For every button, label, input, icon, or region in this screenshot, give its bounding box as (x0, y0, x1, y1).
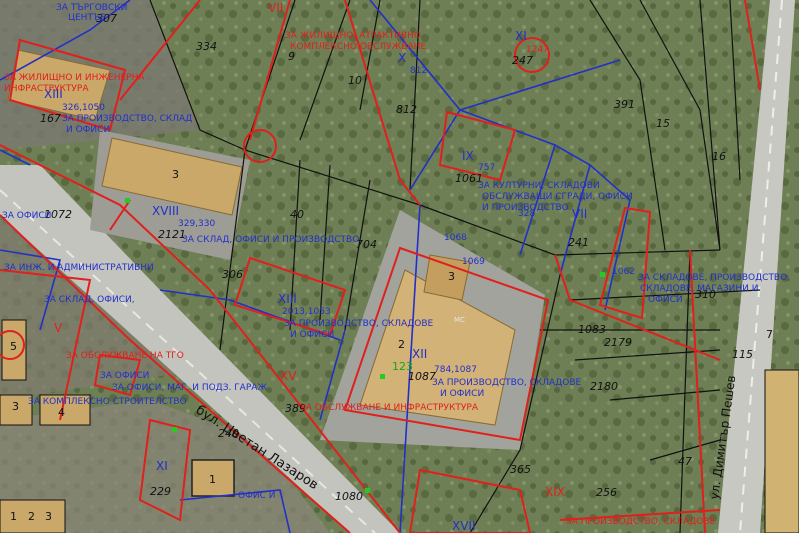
zoning-label-and-offices: И ОФИСИ (66, 125, 110, 135)
zoning-label-residential-attractive: ЗА ЖИЛИЩНО, АТРАКТИВНО (285, 31, 421, 41)
map-canvas: бул. Цветан Лазаров ул. Димитър Пешев VI… (0, 0, 799, 533)
parcel-240: 240 (218, 427, 239, 440)
numeral-vii-top: VII (268, 1, 283, 15)
zoning-label-service-buildings: ОБСЛУЖВАЩИ СГРАДИ, ОФИСИ (482, 192, 633, 202)
parcel-15: 15 (656, 117, 670, 130)
zoning-label-storage-offices-prod: ЗА СКЛАД, ОФИСИ И ПРОИЗВОДСТВО (182, 235, 359, 245)
building-number-3c: 3 (12, 400, 19, 413)
building-number-3b: 3 (448, 270, 455, 283)
numeral-x: X (398, 51, 406, 65)
zoning-label-offices-right: ОФИСИ (648, 295, 683, 305)
parcel-1247: 1247 (526, 45, 549, 55)
zoning-label-warehouses-production: ЗА СКЛАДОВЕ, ПРОИЗВОДСТВО, (638, 273, 790, 283)
zoning-label-and-offices-3: И ОФИСИ (440, 389, 484, 399)
zoning-label-offices-garage: ЗА ОФИСИ, МАГ. И ПОДЗ. ГАРАЖ (112, 383, 267, 393)
zoning-label-complex-service: КОМПЛЕКСНО ОБСЛУЖВАНЕ (290, 42, 426, 52)
zoning-label-center: ЦЕНТЪР (68, 13, 106, 23)
zoning-label-production-warehouses: ЗА ПРОИЗВОДСТВО, СКЛАДОВЕ (284, 319, 434, 329)
cadastral-map[interactable]: бул. Цветан Лазаров ул. Димитър Пешев VI… (0, 0, 799, 533)
parcel-40: 40 (290, 208, 304, 221)
numeral-xi-top: XI (515, 29, 527, 43)
parcel-306: 306 (222, 268, 243, 281)
zoning-label-residential-eng: ЗА ЖИЛИЩНО И ИНЖЕНЕРНА (4, 73, 145, 83)
building-right-edge (764, 369, 799, 533)
zoning-label-and-production: И ПРОИЗВОДСТВО (482, 203, 569, 213)
building-number-7: 7 (766, 328, 773, 341)
numeral-xvii: XVII (452, 519, 476, 533)
zoning-label-office-and: ОФИС И (238, 491, 275, 501)
zoning-label-and-offices-2: И ОФИСИ (290, 330, 334, 340)
zoning-label-warehouses-shops: СКЛАДОВЕ, МАГАЗИНИ И (640, 284, 758, 294)
zoning-label-offices-bottom: ЗА ОФИСИ (100, 371, 149, 381)
building-number-3d: 3 (45, 510, 52, 523)
numeral-ix: IX (462, 149, 474, 163)
zoning-label-trade: ЗА ТЪРГОВСКИ (56, 3, 127, 13)
zoning-label-cultural-storage: ЗА КУЛТУРНИ, СКЛАДОВИ (478, 181, 600, 191)
parcel-2013: 2013,1053 (282, 307, 331, 317)
parcel-391: 391 (614, 98, 635, 111)
parcel-365: 365 (510, 463, 531, 476)
zoning-label-offices-left: ЗА ОФИСИ (2, 211, 51, 221)
parcel-2179: 2179 (604, 336, 632, 349)
parcel-123: 123 (392, 360, 413, 373)
zoning-label-storage-offices: ЗА СКЛАД, ОФИСИ, (44, 295, 135, 305)
zoning-label-service-infrastructure: ЗА ОБСЛУЖВАНЕ И ИНФРАСТРУКТУРА (300, 403, 479, 413)
building-number-3a: 3 (172, 168, 179, 181)
parcel-47: 47 (678, 455, 692, 468)
parcel-115: 115 (732, 348, 753, 361)
parcel-1069: 1069 (462, 257, 485, 267)
parcel-1068: 1068 (444, 233, 467, 243)
zoning-label-eng-admin: ЗА ИНЖ. И АДМИНИСТРАТИВНИ (4, 263, 154, 273)
parcel-784: 784,1087 (434, 365, 477, 375)
numeral-xi-bottom: XI (156, 459, 168, 473)
parcel-1080: 1080 (335, 490, 363, 503)
parcel-256: 256 (596, 486, 617, 499)
zoning-label-infrastructure: ИНФРАСТРУКТУРА (4, 84, 89, 94)
zoning-label-production-warehouses-2: ЗА ПРОИЗВОДСТВО, СКЛАДОВЕ (432, 378, 582, 388)
zoning-label-ms: МС (454, 316, 465, 324)
zoning-label-complex-construction: ЗА КОМПЛЕКСНО СТРОИТЕЛСТВО (28, 397, 187, 407)
parcel-812-blue: 812 (410, 66, 427, 76)
parcel-329: 329,330 (178, 219, 215, 229)
numeral-xv: XV (280, 369, 297, 383)
building-number-5: 5 (10, 340, 17, 353)
parcel-241: 241 (568, 236, 589, 249)
numeral-vii-mid: VII (572, 207, 587, 221)
building-number-1: 1 (209, 473, 216, 486)
numeral-v: V (54, 321, 63, 335)
parcel-16: 16 (712, 150, 726, 163)
numeral-xviii: XVIII (152, 204, 179, 218)
numeral-xiii-mid: XIII (278, 292, 297, 306)
parcel-326: 326,1050 (62, 103, 105, 113)
building-number-1c: 1 (10, 510, 17, 523)
parcel-1062: 1062 (612, 267, 635, 277)
parcel-757: 757 (478, 163, 495, 173)
building-number-2: 2 (398, 338, 405, 351)
parcel-334: 334 (196, 40, 217, 53)
zoning-label-production-storage: ЗА ПРОИЗВОДСТВО, СКЛАД (62, 114, 192, 124)
parcel-812a: 812 (396, 103, 417, 116)
zoning-label-tgo-service: ЗА ОБСЛУЖВАНЕ НА ТГО (66, 351, 184, 361)
numeral-xix: XIX (545, 485, 565, 499)
parcel-229: 229 (150, 485, 171, 498)
building-number-4: 4 (58, 406, 65, 419)
building-number-2c: 2 (28, 510, 35, 523)
parcel-1083: 1083 (578, 323, 606, 336)
parcel-2180: 2180 (590, 380, 618, 393)
numeral-xii: XII (412, 347, 427, 361)
parcel-167: 167 (40, 112, 61, 125)
parcel-10: 10 (348, 74, 362, 87)
parcel-247: 247 (512, 54, 533, 67)
zoning-label-production-bottom: ЗА ПРОИЗВОДСТВО, СКЛАДОВЕ (566, 517, 716, 527)
